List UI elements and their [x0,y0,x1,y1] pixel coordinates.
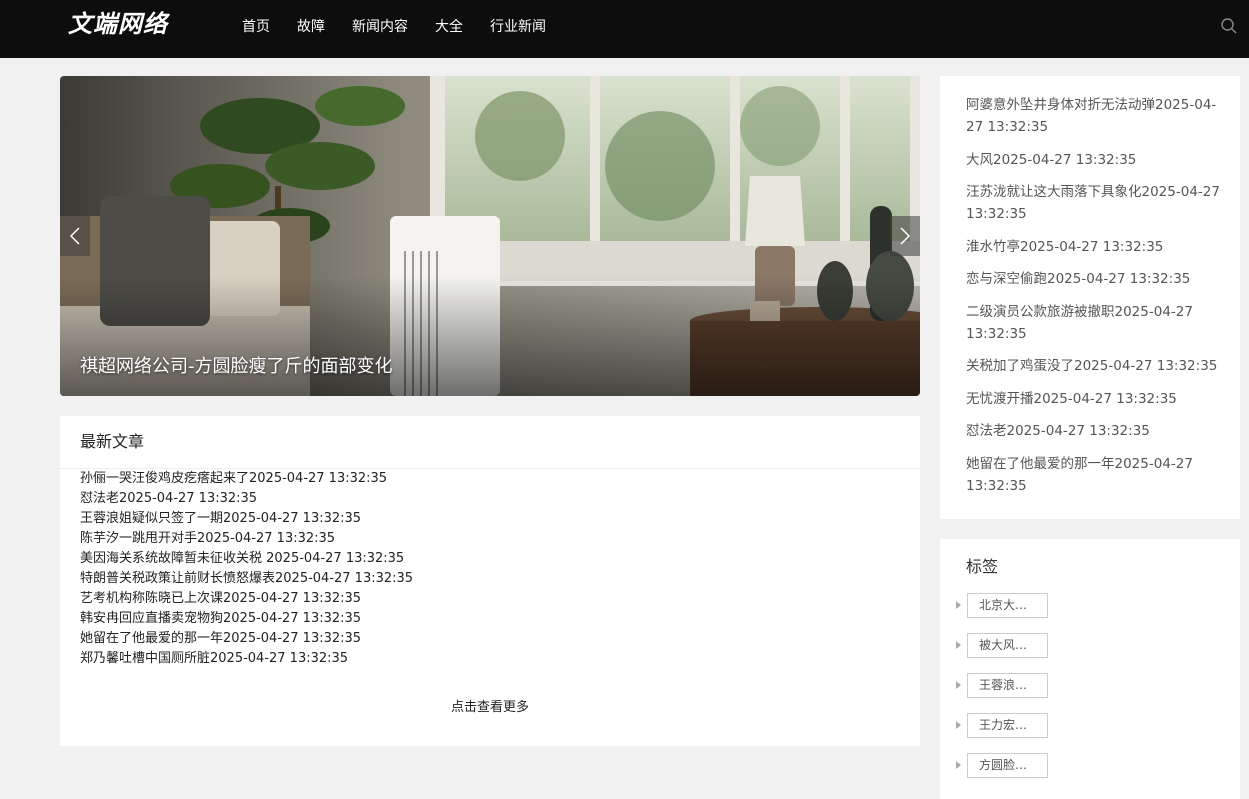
nav-item-home[interactable]: 首页 [242,16,270,36]
latest-articles-panel: 最新文章 孙俪一哭汪俊鸡皮疙瘩起来了2025-04-27 13:32:35 怼法… [60,416,920,746]
tag-row: 北京大… [956,592,1048,618]
triangle-bullet-icon [956,721,961,729]
sidebar-list-item[interactable]: 关税加了鸡蛋没了2025-04-27 13:32:35 [966,355,1220,377]
list-item[interactable]: 艺考机构称陈晓已上次课2025-04-27 13:32:35 [80,589,920,609]
triangle-bullet-icon [956,601,961,609]
sidebar-list-item[interactable]: 大风2025-04-27 13:32:35 [966,149,1220,171]
hero-slider[interactable]: 祺超网络公司-方圆脸瘦了斤的面部变化 [60,76,920,396]
nav-item-news-content[interactable]: 新闻内容 [352,16,408,36]
slider-next-button[interactable] [890,216,920,256]
sidebar-article-list: 阿婆意外坠井身体对折无法动弹2025-04-27 13:32:35 大风2025… [940,76,1240,497]
tag-row: 方圆脸… [956,752,1048,778]
sidebar-list-item[interactable]: 阿婆意外坠井身体对折无法动弹2025-04-27 13:32:35 [966,94,1220,138]
slide-caption[interactable]: 祺超网络公司-方圆脸瘦了斤的面部变化 [80,352,393,378]
list-item[interactable]: 美因海关系统故障暂未征收关税 2025-04-27 13:32:35 [80,549,920,569]
list-item[interactable]: 陈芋汐一跳甩开对手2025-04-27 13:32:35 [80,529,920,549]
tag-link[interactable]: 王力宏… [967,712,1048,738]
site-logo[interactable]: 文端网络 [68,9,168,39]
chevron-right-icon [900,227,911,245]
chevron-left-icon [69,227,80,245]
tag-row: 被大风… [956,632,1048,658]
tag-link[interactable]: 王蓉浪… [967,672,1048,698]
nav-item-industry-news[interactable]: 行业新闻 [490,16,546,36]
load-more-link[interactable]: 点击查看更多 [451,700,529,715]
sidebar-list-item[interactable]: 无忧渡开播2025-04-27 13:32:35 [966,388,1220,410]
sidebar-list-item[interactable]: 她留在了他最爱的那一年2025-04-27 13:32:35 [966,453,1220,497]
list-item[interactable]: 孙俪一哭汪俊鸡皮疙瘩起来了2025-04-27 13:32:35 [80,469,920,489]
latest-articles-list: 孙俪一哭汪俊鸡皮疙瘩起来了2025-04-27 13:32:35 怼法老2025… [60,469,920,669]
tag-row: 王力宏… [956,712,1048,738]
list-item[interactable]: 韩安冉回应直播卖宠物狗2025-04-27 13:32:35 [80,609,920,629]
triangle-bullet-icon [956,681,961,689]
tags-title: 标签 [966,557,999,576]
list-item[interactable]: 王蓉浪姐疑似只签了一期2025-04-27 13:32:35 [80,509,920,529]
tag-link[interactable]: 被大风… [967,632,1048,658]
search-icon[interactable] [1220,17,1238,35]
sidebar-list-item[interactable]: 恋与深空偷跑2025-04-27 13:32:35 [966,268,1220,290]
tag-link[interactable]: 方圆脸… [967,752,1048,778]
sidebar-article-list-panel: 阿婆意外坠井身体对折无法动弹2025-04-27 13:32:35 大风2025… [940,76,1240,519]
list-item[interactable]: 郑乃馨吐槽中国厕所脏2025-04-27 13:32:35 [80,649,920,669]
triangle-bullet-icon [956,761,961,769]
triangle-bullet-icon [956,641,961,649]
main-nav: 首页 故障 新闻内容 大全 行业新闻 [242,0,573,52]
latest-articles-title: 最新文章 [60,416,920,469]
slider-prev-button[interactable] [60,216,90,256]
list-item[interactable]: 怼法老2025-04-27 13:32:35 [80,489,920,509]
load-more-container: 点击查看更多 [60,696,920,715]
sidebar-list-item[interactable]: 汪苏泷就让这大雨落下具象化2025-04-27 13:32:35 [966,181,1220,225]
nav-item-faults[interactable]: 故障 [297,16,325,36]
list-item[interactable]: 她留在了他最爱的那一年2025-04-27 13:32:35 [80,629,920,649]
sidebar-list-item[interactable]: 怼法老2025-04-27 13:32:35 [966,420,1220,442]
list-item[interactable]: 特朗普关税政策让前财长愤怒爆表2025-04-27 13:32:35 [80,569,920,589]
top-navbar: 文端网络 首页 故障 新闻内容 大全 行业新闻 [0,0,1249,58]
nav-item-collection[interactable]: 大全 [435,16,463,36]
tag-link[interactable]: 北京大… [967,592,1048,618]
sidebar-list-item[interactable]: 淮水竹亭2025-04-27 13:32:35 [966,236,1220,258]
sidebar-list-item[interactable]: 二级演员公款旅游被撤职2025-04-27 13:32:35 [966,301,1220,345]
slide-image [60,76,920,396]
tag-row: 王蓉浪… [956,672,1048,698]
tags-panel: 标签 北京大… 被大风… 王蓉浪… 王力宏… 方圆脸… [940,539,1240,799]
